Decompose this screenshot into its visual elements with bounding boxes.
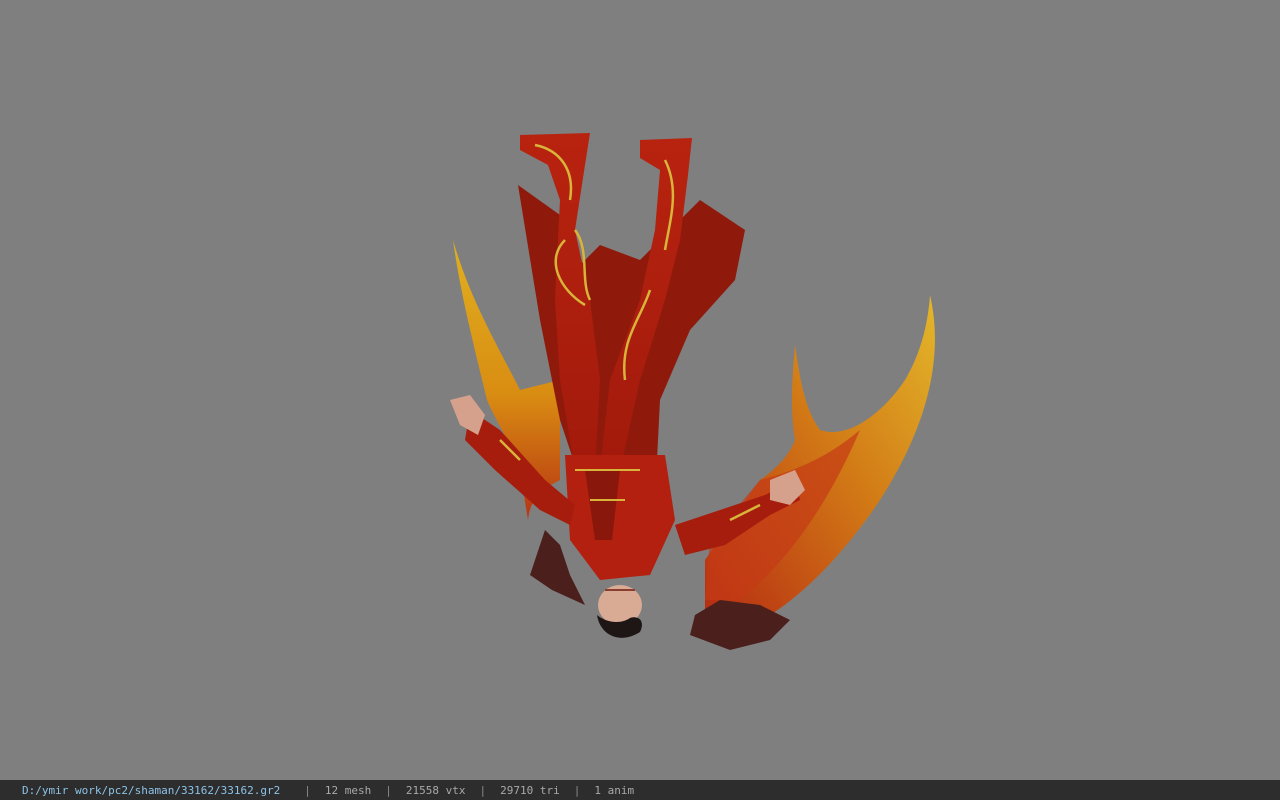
file-path-label: D:/ymir work/pc2/shaman/33162/33162.gr2 xyxy=(22,783,281,797)
mesh-count: 12 mesh xyxy=(324,783,372,797)
status-separator: | xyxy=(385,783,392,797)
model-viewport[interactable] xyxy=(0,0,1280,780)
status-separator: | xyxy=(573,783,581,797)
triangle-count: 29710 tri xyxy=(500,783,560,797)
animation-count: 1 anim xyxy=(594,783,635,797)
status-separator: | xyxy=(304,783,311,797)
status-bar: D:/ymir work/pc2/shaman/33162/33162.gr2 |… xyxy=(0,780,1280,800)
character-model-render xyxy=(450,133,935,650)
torso xyxy=(565,455,675,580)
vertex-count: 21558 vtx xyxy=(405,783,466,797)
left-hand xyxy=(450,395,485,435)
status-separator: | xyxy=(479,783,487,797)
